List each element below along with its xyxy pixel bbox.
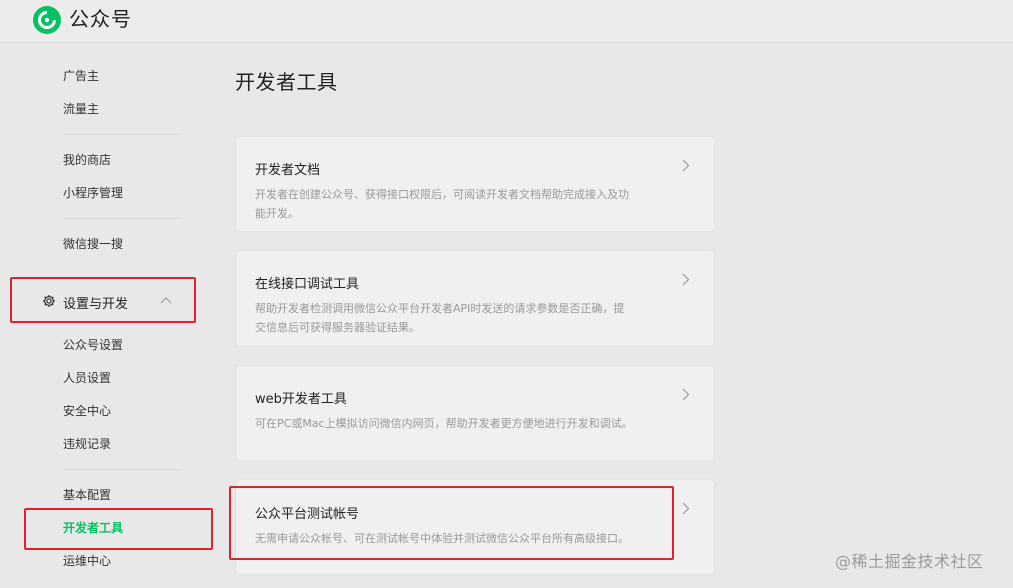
card-title: 在线接口调试工具: [255, 277, 360, 292]
watermark: @稀土掘金技术社区: [835, 552, 984, 571]
sidebar-item-violation-records[interactable]: 违规记录: [63, 436, 111, 452]
card-description-line: 交信息后可获得服务器验证结果。: [255, 321, 420, 334]
top-header: 公众号: [0, 0, 1013, 43]
card-title: web开发者工具: [255, 392, 347, 407]
chevron-right-icon: [682, 159, 690, 172]
sidebar-item-ops-center[interactable]: 运维中心: [63, 553, 111, 569]
wechat-official-account-logo-icon[interactable]: [32, 5, 62, 35]
sidebar-item-advertiser[interactable]: 广告主: [63, 68, 99, 84]
sidebar-item-my-store[interactable]: 我的商店: [63, 152, 111, 168]
page-title: 开发者工具: [235, 70, 338, 94]
highlight-box-developer-tools: [24, 508, 213, 550]
sidebar-item-account-settings[interactable]: 公众号设置: [63, 337, 123, 353]
brand-name[interactable]: 公众号: [69, 6, 132, 32]
sidebar-divider: [63, 218, 180, 219]
highlight-box-settings: [10, 277, 196, 323]
card-api-debug-tool[interactable]: 在线接口调试工具 帮助开发者检测调用微信公众平台开发者API时发送的请求参数是否…: [236, 251, 714, 346]
card-web-dev-tools[interactable]: web开发者工具 可在PC或Mac上模拟访问微信内网页，帮助开发者更方便地进行开…: [236, 366, 714, 460]
sidebar-item-security-center[interactable]: 安全中心: [63, 403, 111, 419]
sidebar-item-basic-config[interactable]: 基本配置: [63, 487, 111, 503]
sidebar-item-staff-settings[interactable]: 人员设置: [63, 370, 111, 386]
highlight-box-test-account: [229, 486, 674, 560]
chevron-right-icon: [682, 388, 690, 401]
card-title: 开发者文档: [255, 163, 321, 178]
sidebar-item-wechat-search[interactable]: 微信搜一搜: [63, 236, 123, 252]
card-description-line: 帮助开发者检测调用微信公众平台开发者API时发送的请求参数是否正确，提: [255, 302, 625, 315]
sidebar-divider: [63, 134, 180, 135]
sidebar-divider: [63, 469, 180, 470]
card-developer-docs[interactable]: 开发者文档 开发者在创建公众号、获得接口权限后，可阅读开发者文档帮助完成接入及功…: [236, 137, 714, 231]
card-description-line: 可在PC或Mac上模拟访问微信内网页，帮助开发者更方便地进行开发和调试。: [255, 417, 633, 430]
sidebar-item-miniprogram[interactable]: 小程序管理: [63, 185, 123, 201]
card-description-line: 开发者在创建公众号、获得接口权限后，可阅读开发者文档帮助完成接入及功: [255, 188, 629, 201]
chevron-right-icon: [682, 502, 690, 515]
card-description-line: 能开发。: [255, 207, 299, 220]
chevron-right-icon: [682, 273, 690, 286]
sidebar-item-traffic-owner[interactable]: 流量主: [63, 101, 99, 117]
